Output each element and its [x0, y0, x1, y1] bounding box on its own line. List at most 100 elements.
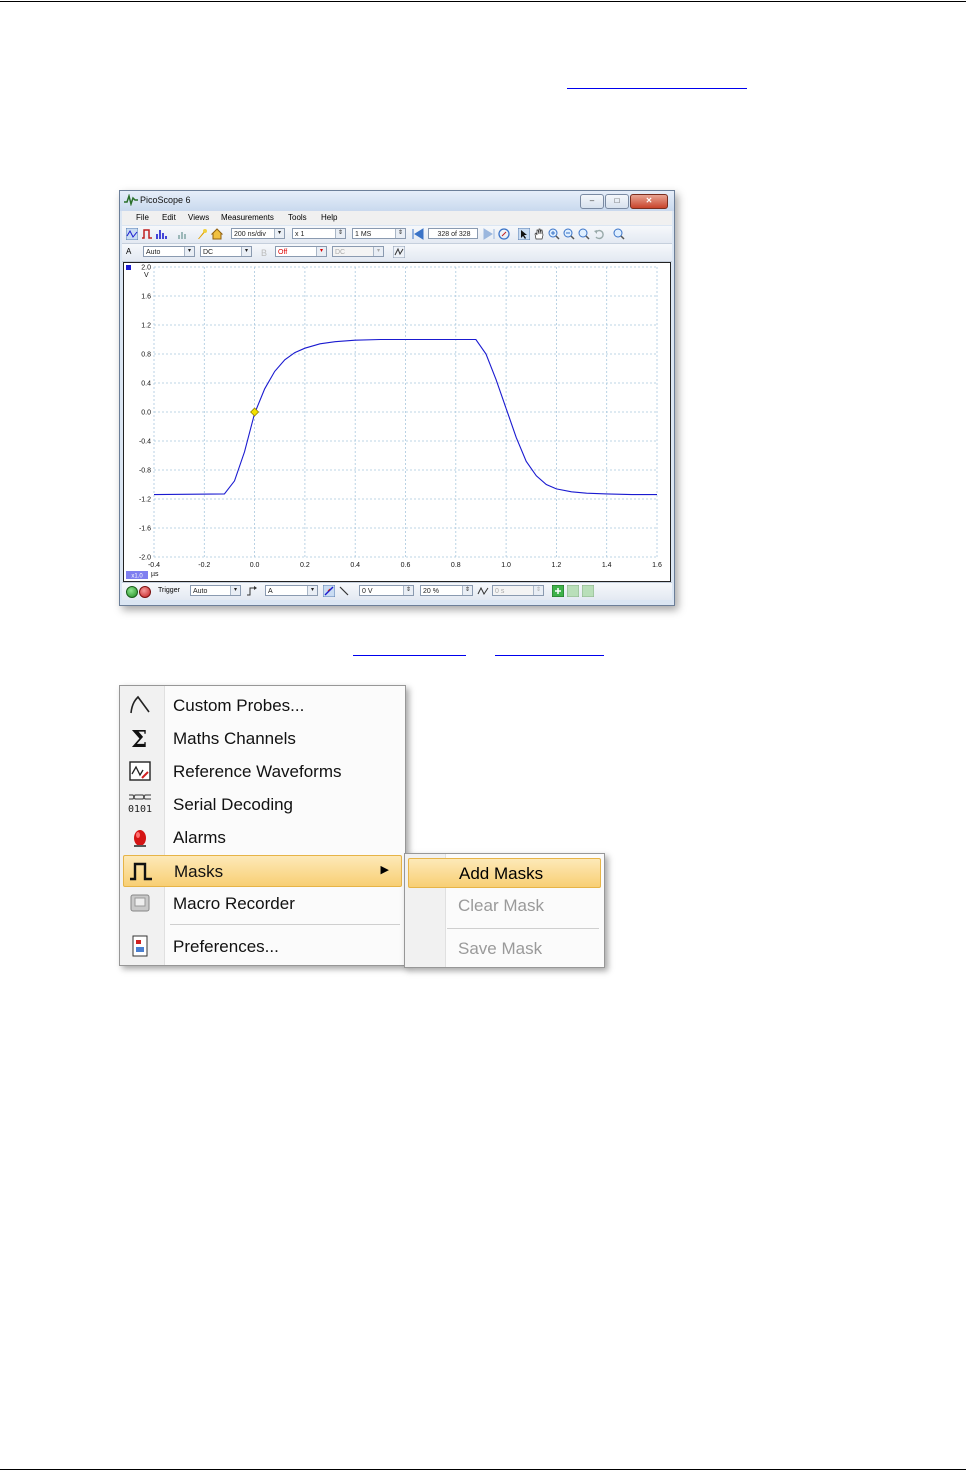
minimize-button[interactable]: – [580, 194, 604, 209]
spin-arrows-icon: ⇕ [462, 586, 472, 595]
buffer-navigator[interactable]: 328 of 328 [428, 228, 478, 239]
menu-help[interactable]: Help [321, 213, 337, 222]
trigger-marker [250, 407, 260, 417]
zoom-value: x 1 [295, 231, 305, 238]
chevron-down-icon: ▾ [373, 247, 383, 256]
home-icon[interactable] [211, 228, 223, 240]
zoom-select[interactable]: x 1 ⇕ [292, 228, 346, 239]
channel-b-state: Off [278, 249, 288, 256]
trigger-channel: A [268, 588, 273, 595]
start-icon[interactable] [126, 586, 138, 598]
timebase-select[interactable]: 200 ns/div ▾ [231, 228, 285, 239]
svg-text:0101: 0101 [128, 804, 152, 815]
spin-arrows-icon: ⇕ [395, 229, 405, 238]
submenu-item-label: Add Masks [459, 864, 544, 883]
trigger-mode-select[interactable]: Auto ▾ [190, 585, 241, 596]
footer-rule [0, 1469, 966, 1470]
trigger-channel-select[interactable]: A ▾ [265, 585, 318, 596]
link-underline[interactable] [495, 655, 604, 656]
link-underline[interactable] [353, 655, 466, 656]
submenu-item-save-mask[interactable]: Save Mask [405, 933, 604, 963]
y-tick-label: 0.0 [141, 410, 151, 417]
menu-edit[interactable]: Edit [162, 213, 176, 222]
x-tick-label: -0.4 [148, 562, 160, 569]
edit-measurement-icon[interactable] [567, 585, 579, 597]
menu-item-macro-recorder[interactable]: Macro Recorder [120, 887, 405, 919]
scope-chart[interactable]: -0.4 -0.2 0.0 0.2 0.4 0.6 0.8 1.0 1.2 1.4 1.6-2.0-… [124, 263, 670, 581]
header-rule [0, 1, 966, 2]
trigger-threshold-input[interactable]: 0 V ⇕ [359, 585, 414, 596]
menu-views[interactable]: Views [188, 213, 209, 222]
spin-arrows-icon: ⇕ [533, 586, 543, 595]
window-title: PicoScope 6 [140, 195, 191, 205]
alarm-icon [134, 830, 146, 847]
rising-edge-icon[interactable] [323, 585, 335, 597]
zoom-overview-icon[interactable] [613, 228, 625, 240]
last-buffer-icon[interactable] [483, 228, 495, 240]
menu-tools[interactable]: Tools [288, 213, 307, 222]
menu-item-preferences[interactable]: Preferences... [120, 930, 405, 962]
trigger-delay: 0 s [495, 588, 505, 595]
title-bar[interactable]: PicoScope 6 – □ ✕ [120, 191, 674, 211]
menu-item-reference-waveforms[interactable]: Reference Waveforms [120, 755, 405, 787]
menu-item-alarms[interactable]: Alarms [120, 821, 405, 853]
menu-item-maths-channels[interactable]: Σ Maths Channels [120, 722, 405, 754]
serial-decoding-icon: 0101 [128, 794, 152, 815]
scope-view[interactable]: -0.4 -0.2 0.0 0.2 0.4 0.6 0.8 1.0 1.2 1.4 1.6 -2.0-… [123, 262, 671, 582]
submenu-item-clear-mask[interactable]: Clear Mask [405, 890, 604, 920]
menu-item-label: Maths Channels [173, 729, 296, 748]
y-tick-label: 0.8 [141, 352, 151, 359]
submenu-item-add-masks[interactable]: Add Masks [408, 858, 601, 888]
zoom-in-icon[interactable] [548, 228, 560, 240]
trigger-type-icon[interactable] [246, 585, 258, 597]
picoscope-window: PicoScope 6 – □ ✕ File Edit Views Measur… [119, 190, 675, 606]
spectrum-mode-icon[interactable] [156, 228, 168, 240]
post-trigger-delay-icon[interactable] [477, 585, 489, 597]
stop-icon[interactable] [139, 586, 151, 598]
macro-recorder-icon [130, 894, 150, 912]
maximize-button[interactable]: □ [605, 194, 629, 209]
menu-item-masks[interactable]: Masks ▶ [123, 855, 402, 887]
buffer-overview-icon[interactable] [498, 228, 510, 240]
zoom-fit-icon[interactable] [578, 228, 590, 240]
new-view-icon[interactable] [177, 228, 189, 240]
menu-measurements[interactable]: Measurements [221, 213, 274, 222]
add-measurement-icon[interactable] [552, 585, 564, 597]
trigger-delay-input[interactable]: 0 s ⇕ [492, 585, 544, 596]
y-tick-label: -0.8 [139, 468, 151, 475]
menu-file[interactable]: File [136, 213, 149, 222]
auto-setup-icon[interactable] [196, 228, 208, 240]
advanced-options-icon[interactable] [393, 246, 405, 258]
menu-item-custom-probes[interactable]: Custom Probes... [120, 689, 405, 721]
channel-a-range-select[interactable]: Auto ▾ [143, 246, 195, 257]
x-tick-label: 1.2 [552, 562, 562, 569]
select-pointer-icon[interactable] [518, 228, 530, 240]
link-underline[interactable] [567, 88, 747, 89]
samples-select[interactable]: 1 MS ⇕ [352, 228, 406, 239]
spin-arrows-icon: ⇕ [335, 229, 345, 238]
hand-pan-icon[interactable] [533, 228, 545, 240]
x-axis-unit: µs [151, 571, 159, 578]
y-axis-unit: V [144, 272, 149, 279]
x-tick-label: -0.2 [198, 562, 210, 569]
falling-edge-icon[interactable] [338, 585, 350, 597]
zoom-out-icon[interactable] [563, 228, 575, 240]
scope-mode-icon[interactable] [126, 228, 138, 240]
persistence-mode-icon[interactable] [141, 228, 153, 240]
channel-b-coupling: DC [335, 249, 346, 256]
trigger-toolbar: Trigger Auto ▾ A ▾ 0 V ⇕ 20 % ⇕ 0 s ⇕ [122, 582, 672, 600]
reference-waveform-icon [129, 761, 151, 781]
channel-b-coupling-select[interactable]: DC ▾ [332, 246, 384, 257]
picoscope-app-icon [124, 194, 138, 206]
delete-measurement-icon[interactable] [582, 585, 594, 597]
first-buffer-icon[interactable] [412, 228, 424, 240]
menu-bar: File Edit Views Measurements Tools Help [122, 211, 672, 225]
close-button[interactable]: ✕ [630, 194, 668, 209]
chevron-down-icon: ▾ [307, 586, 317, 595]
pre-trigger-input[interactable]: 20 % ⇕ [420, 585, 473, 596]
channel-b-range-select[interactable]: Off ▾ [275, 246, 327, 257]
channel-a-coupling-select[interactable]: DC ▾ [200, 246, 252, 257]
undo-zoom-icon[interactable] [593, 228, 605, 240]
y-tick-label: -1.6 [139, 526, 151, 533]
menu-item-serial-decoding[interactable]: 0101 Serial Decoding [120, 788, 405, 820]
